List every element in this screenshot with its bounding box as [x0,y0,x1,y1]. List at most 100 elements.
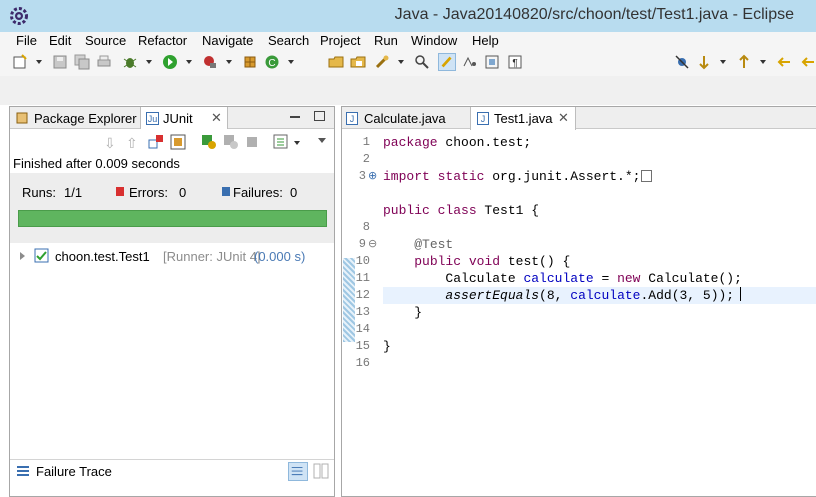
test-run-history-icon[interactable] [273,134,289,150]
failure-trace-header: Failure Trace [10,459,334,483]
forward-icon[interactable] [800,54,816,70]
svg-text:J: J [350,114,355,124]
counter-panel: Runs: 1/1 Errors: 0 Failures: 0 [10,173,334,243]
show-failures-only-icon[interactable] [148,134,164,150]
code-text: org.junit.Assert.*; [484,169,641,184]
junit-icon: Ju [146,112,159,125]
filter-stack-trace-icon[interactable] [288,462,308,481]
maximize-icon[interactable] [314,111,325,121]
tab-test1-java[interactable]: J Test1.java ✕ [470,107,576,130]
code-line: package choon.test; [383,134,531,151]
svg-text:C: C [268,58,275,69]
line-number: 2 [362,152,370,166]
next-annotation-icon[interactable] [696,54,712,70]
menu-search[interactable]: Search [268,33,309,48]
menu-navigate[interactable]: Navigate [202,33,253,48]
open-type-icon[interactable] [328,54,344,70]
prev-annotation-icon[interactable] [736,54,752,70]
new-class-dropdown-icon[interactable] [288,60,294,64]
java-file-icon: J [346,112,358,125]
code-text: test() { [500,254,571,269]
run-icon[interactable] [162,54,178,70]
view-menu-icon[interactable] [318,138,326,143]
history-dropdown-icon[interactable] [294,141,300,145]
junit-toolbar: ⇩ ⇧ [10,129,334,155]
run-dropdown-icon[interactable] [186,60,192,64]
menu-source[interactable]: Source [85,33,126,48]
tab-label: Calculate.java [364,111,446,126]
java-file-icon: J [477,112,489,125]
toggle-whitespace-icon[interactable] [462,54,478,70]
code-line: assertEquals(8, calculate.Add(3, 5)); [383,287,742,304]
tab-label: JUnit [163,111,193,126]
svg-text:Ju: Ju [148,114,158,124]
editor-area: J Calculate.java J Test1.java ✕ 1 2 3 ⊕ … [341,106,816,497]
menu-help[interactable]: Help [472,33,499,48]
expand-fold-icon[interactable]: ⊕ [368,169,377,182]
search-dropdown-icon[interactable] [398,60,404,64]
line-number: 13 [355,305,370,319]
expand-icon[interactable] [20,252,25,260]
scroll-lock-icon[interactable] [170,134,186,150]
new-icon[interactable] [12,54,28,70]
search-icon[interactable] [374,54,390,70]
external-tools-icon[interactable] [202,54,218,70]
failures-value: 0 [290,185,298,200]
toggle-highlight-icon[interactable] [438,53,456,71]
collapse-fold-icon[interactable]: ⊖ [368,237,377,250]
minimize-icon[interactable] [290,116,300,118]
new-class-icon[interactable]: C [264,54,280,70]
menu-bar: File Edit Source Refactor Navigate Searc… [0,32,816,50]
code-text: = [593,271,618,286]
rerun-failed-first-icon[interactable] [223,134,239,150]
line-number: 10 [355,254,370,268]
menu-edit[interactable]: Edit [49,33,71,48]
code-line: public class Test1 { [383,202,539,219]
code-line: } [383,304,422,321]
external-tools-dropdown-icon[interactable] [226,60,232,64]
save-icon[interactable] [52,54,68,70]
show-whitespace-icon[interactable]: ¶ [507,54,523,70]
debug-dropdown-icon[interactable] [146,60,152,64]
print-icon[interactable] [96,54,112,70]
menu-file[interactable]: File [16,33,37,48]
keyword: package [383,135,438,150]
tab-calculate-java[interactable]: J Calculate.java [346,107,468,130]
failures-label: Failures: [233,185,283,200]
debug-icon[interactable] [122,54,138,70]
code-editor[interactable]: package choon.test; import static org.ju… [383,130,816,496]
previous-failure-icon[interactable]: ⇧ [126,135,138,152]
annotation: @Test [414,237,454,252]
package-explorer-icon [16,112,28,124]
folded-code-marker[interactable] [641,170,653,182]
menu-project[interactable]: Project [320,33,360,48]
menu-refactor[interactable]: Refactor [138,33,187,48]
new-package-icon[interactable] [242,54,258,70]
menu-run[interactable]: Run [374,33,398,48]
line-number: 8 [362,220,370,234]
next-failure-icon[interactable]: ⇩ [104,135,116,152]
new-dropdown-icon[interactable] [36,60,42,64]
next-annotation-dropdown-icon[interactable] [720,60,726,64]
main-toolbar: C ¶ [0,50,816,76]
close-icon[interactable]: ✕ [211,110,222,126]
stop-icon[interactable] [247,137,257,147]
block-selection-icon[interactable] [484,54,500,70]
back-icon[interactable] [776,54,792,70]
svg-text:¶: ¶ [512,58,517,69]
left-tab-bar: Package Explorer Ju JUnit ✕ [10,107,334,129]
compare-result-icon[interactable] [313,463,329,479]
menu-window[interactable]: Window [411,33,457,48]
close-icon[interactable]: ✕ [558,110,569,126]
toggle-mark-occurrences-icon[interactable] [414,54,430,70]
prev-annotation-dropdown-icon[interactable] [760,60,766,64]
open-task-icon[interactable] [350,54,366,70]
rerun-test-icon[interactable] [201,134,217,150]
skip-breakpoints-icon[interactable] [674,54,690,70]
save-all-icon[interactable] [74,54,90,70]
code-text: } [383,339,391,354]
line-number: 11 [355,271,370,285]
tab-junit[interactable]: Ju JUnit ✕ [140,107,228,129]
code-text: .Add(3, 5)); [640,288,735,303]
eclipse-logo-icon [10,7,28,25]
